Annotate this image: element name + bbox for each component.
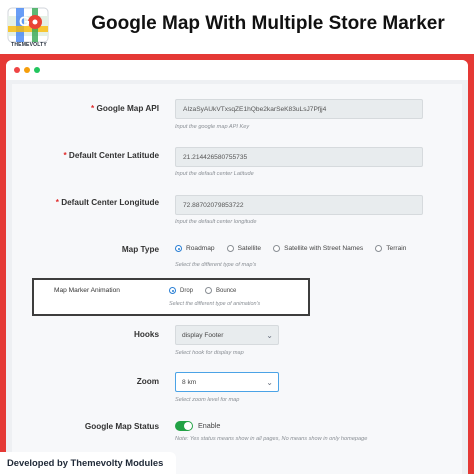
radio-drop[interactable]: Drop: [169, 287, 193, 294]
zoom-select[interactable]: 8 km ⌄: [175, 372, 279, 392]
latitude-label: * Default Center Latitude: [63, 151, 159, 160]
status-help: Note: Yes status means show in all pages…: [175, 436, 368, 442]
radio-roadmap[interactable]: Roadmap: [175, 245, 215, 252]
map-type-help: Select the different type of map's: [175, 262, 257, 268]
radio-satellite-street[interactable]: Satellite with Street Names: [273, 245, 363, 252]
map-type-label: Map Type: [121, 245, 159, 254]
toggle-knob: [184, 422, 192, 430]
longitude-input[interactable]: 72.88702079853722: [175, 195, 423, 215]
api-key-help: Input the google map API Key: [175, 124, 250, 130]
api-key-label: * Google Map API: [91, 104, 159, 113]
status-toggle[interactable]: [175, 421, 193, 431]
browser-window: * Google Map API AIzaSyAUkVTxsqZE1hQbe2k…: [6, 60, 468, 474]
radio-unchecked-icon[interactable]: [205, 287, 213, 294]
longitude-label: * Default Center Longitude: [55, 198, 159, 207]
radio-checked-icon[interactable]: [175, 245, 182, 252]
map-type-radio-group: Roadmap Satellite Satellite with Street …: [175, 245, 418, 252]
hooks-help: Select hook for display map: [175, 350, 244, 356]
svg-text:G: G: [19, 13, 30, 29]
radio-checked-icon[interactable]: [169, 287, 176, 294]
latitude-input[interactable]: 21.214426580755735: [175, 147, 423, 167]
animation-label: Map Marker Animation: [54, 287, 120, 294]
footer-credit: Developed by Themevolty Modules: [0, 452, 176, 474]
radio-unchecked-icon[interactable]: [273, 245, 281, 252]
maximize-dot-icon[interactable]: [34, 67, 40, 73]
logo-text: THEMEVOLTY: [11, 42, 47, 48]
chevron-down-icon: ⌄: [266, 378, 273, 387]
hooks-label: Hooks: [133, 330, 159, 339]
status-toggle-label: Enable: [198, 421, 221, 430]
settings-panel: * Google Map API AIzaSyAUkVTxsqZE1hQbe2k…: [12, 84, 462, 474]
animation-highlight-box: Map Marker Animation Drop Bounce Select …: [32, 278, 310, 316]
header-bar: G THEMEVOLTY Google Map With Multiple St…: [0, 0, 474, 54]
status-label: Google Map Status: [84, 422, 159, 431]
zoom-label: Zoom: [136, 377, 159, 386]
radio-unchecked-icon[interactable]: [375, 245, 383, 252]
latitude-help: Input the default center Latitude: [175, 171, 254, 177]
hooks-select[interactable]: display Footer ⌄: [175, 325, 279, 345]
page-title: Google Map With Multiple Store Marker: [91, 13, 445, 34]
close-dot-icon[interactable]: [14, 67, 20, 73]
api-key-input[interactable]: AIzaSyAUkVTxsqZE1hQbe2karSeK83uLsJ7Pfjj4: [175, 99, 423, 119]
radio-satellite[interactable]: Satellite: [226, 245, 261, 252]
minimize-dot-icon[interactable]: [24, 67, 30, 73]
animation-help: Select the different type of animation's: [169, 301, 261, 307]
radio-unchecked-icon[interactable]: [226, 245, 234, 252]
chevron-down-icon: ⌄: [266, 331, 273, 340]
animation-radio-group: Drop Bounce: [169, 287, 248, 294]
radio-bounce[interactable]: Bounce: [205, 287, 236, 294]
window-titlebar: [6, 60, 468, 80]
radio-terrain[interactable]: Terrain: [375, 245, 406, 252]
zoom-help: Select zoom level for map: [175, 397, 240, 403]
longitude-help: Input the default center longitude: [175, 219, 257, 225]
